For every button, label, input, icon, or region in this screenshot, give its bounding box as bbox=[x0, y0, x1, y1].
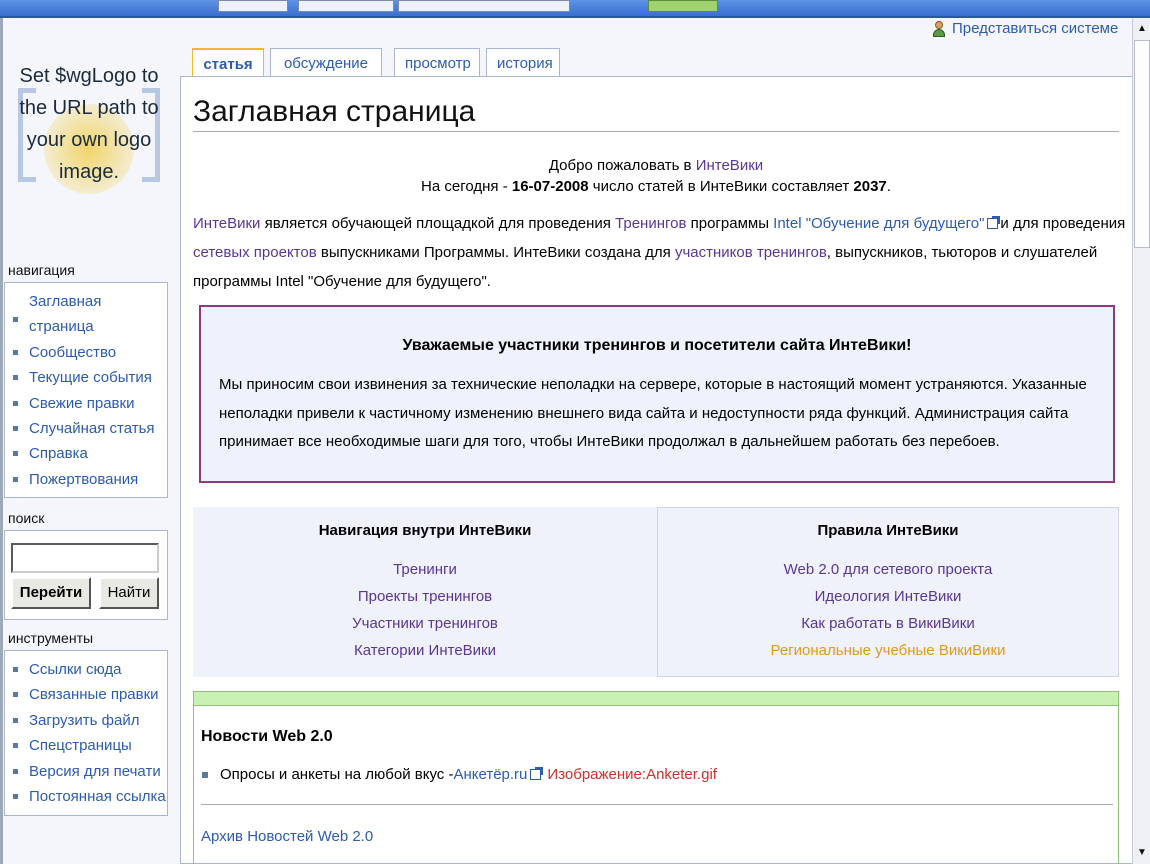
login-label[interactable]: Представиться системе bbox=[952, 20, 1118, 37]
rules-link-web20[interactable]: Web 2.0 для сетевого проекта bbox=[784, 561, 993, 578]
external-link-icon bbox=[530, 767, 544, 780]
intel-program-link[interactable]: Intel "Обучение для будущего" bbox=[773, 215, 984, 232]
intro-paragraph: ИнтеВики является обучающей площадкой дл… bbox=[193, 209, 1133, 296]
tab-article[interactable]: статья bbox=[192, 48, 264, 78]
nav-link-trainings[interactable]: Тренинги bbox=[393, 561, 457, 578]
tab-view-source[interactable]: просмотр bbox=[394, 48, 480, 78]
scroll-down-icon[interactable]: ▼ bbox=[1135, 846, 1149, 860]
go-button[interactable]: Перейти bbox=[11, 577, 91, 609]
toolbar-field[interactable] bbox=[398, 0, 570, 12]
notice-box: Уважаемые участники тренингов и посетите… bbox=[199, 305, 1115, 483]
notice-text: Мы приносим свои извинения за технически… bbox=[219, 376, 1087, 450]
search-portlet: Перейти Найти bbox=[4, 530, 168, 620]
user-icon bbox=[932, 20, 946, 37]
content-area: Заглавная страница Добро пожаловать в Ин… bbox=[180, 76, 1132, 864]
search-button[interactable]: Найти bbox=[99, 577, 159, 609]
toolbar-field[interactable] bbox=[218, 0, 288, 12]
news-item-text: Опросы и анкеты на любой вкус - bbox=[220, 766, 454, 783]
sidebar-item-help[interactable]: Справка bbox=[13, 441, 167, 466]
stats-count: 2037 bbox=[853, 178, 887, 195]
sidebar-item-main-page[interactable]: Заглавная страница bbox=[13, 289, 101, 340]
search-heading: поиск bbox=[8, 510, 45, 526]
navigation-portlet: Заглавная страница Сообщество Текущие со… bbox=[4, 282, 168, 498]
sidebar-item-community[interactable]: Сообщество bbox=[13, 340, 167, 365]
news-header-stripe bbox=[194, 692, 1118, 706]
nav-heading: навигация bbox=[8, 262, 75, 278]
welcome-block: Добро пожаловать в ИнтеВики На сегодня -… bbox=[193, 155, 1119, 197]
tool-printable-version[interactable]: Версия для печати bbox=[13, 759, 167, 784]
toolbar-field[interactable] bbox=[298, 0, 394, 12]
participants-link[interactable]: участников тренингов bbox=[675, 244, 827, 261]
bullet-icon bbox=[202, 771, 208, 778]
intro-text: является обучающей площадкой для проведе… bbox=[260, 215, 616, 232]
tool-special-pages[interactable]: Спецстраницы bbox=[13, 733, 167, 758]
sidebar-item-current-events[interactable]: Текущие события bbox=[13, 365, 167, 390]
sidebar-item-recent-changes[interactable]: Свежие правки bbox=[13, 391, 167, 416]
stats-suffix: . bbox=[886, 178, 891, 195]
tools-heading: инструменты bbox=[8, 630, 94, 646]
panel-title: Навигация внутри ИнтеВики bbox=[318, 522, 532, 539]
sidebar-item-random-article[interactable]: Случайная статья bbox=[13, 416, 167, 441]
notice-title: Уважаемые участники тренингов и посетите… bbox=[402, 337, 912, 354]
panel-title: Правила ИнтеВики bbox=[817, 522, 959, 539]
stats-date: 16-07-2008 bbox=[511, 178, 589, 195]
stats-middle: число статей в ИнтеВики составляет bbox=[588, 178, 854, 195]
news-title: Новости Web 2.0 bbox=[201, 728, 333, 745]
intewiki-link[interactable]: ИнтеВики bbox=[696, 157, 763, 174]
trainings-link[interactable]: Тренингов bbox=[615, 215, 686, 232]
toolbar-green-button[interactable] bbox=[648, 0, 718, 12]
scroll-thumb[interactable] bbox=[1134, 40, 1150, 248]
intro-text: программы bbox=[686, 215, 774, 232]
tool-permanent-link[interactable]: Постоянная ссылка bbox=[13, 784, 167, 809]
network-projects-link[interactable]: сетевых проектов bbox=[193, 244, 317, 261]
logo-placeholder-text: Set $wgLogo to the URL path to your own … bbox=[19, 65, 159, 183]
tab-discussion[interactable]: обсуждение bbox=[270, 48, 382, 78]
anketer-link[interactable]: Анкетёр.ru bbox=[453, 766, 527, 783]
search-input[interactable] bbox=[11, 543, 159, 573]
vertical-scrollbar[interactable]: ▲ ▼ bbox=[1132, 18, 1150, 864]
intewiki-link[interactable]: ИнтеВики bbox=[193, 215, 260, 232]
nav-link-training-projects[interactable]: Проекты тренингов bbox=[358, 588, 492, 605]
tool-upload-file[interactable]: Загрузить файл bbox=[13, 708, 167, 733]
sidebar-item-donations[interactable]: Пожертвования bbox=[13, 467, 167, 492]
rules-link-regional[interactable]: Региональные учебные ВикиВики bbox=[771, 642, 1006, 659]
wiki-rules-panel: Правила ИнтеВики Web 2.0 для сетевого пр… bbox=[657, 507, 1119, 677]
news-item: Опросы и анкеты на любой вкус - Анкетёр.… bbox=[202, 766, 717, 783]
page-title: Заглавная страница bbox=[193, 95, 476, 128]
login-link[interactable]: Представиться системе bbox=[932, 20, 1118, 37]
nav-link-categories[interactable]: Категории ИнтеВики bbox=[354, 642, 496, 659]
news-archive-link[interactable]: Архив Новостей Web 2.0 bbox=[201, 828, 373, 845]
news-divider bbox=[201, 804, 1113, 805]
tab-history[interactable]: история bbox=[486, 48, 560, 78]
news-box: Новости Web 2.0 Опросы и анкеты на любой… bbox=[193, 691, 1119, 864]
scroll-up-icon[interactable]: ▲ bbox=[1135, 22, 1149, 36]
browser-toolbar bbox=[0, 0, 1150, 18]
tools-portlet: Ссылки сюда Связанные правки Загрузить ф… bbox=[4, 650, 168, 816]
nav-link-participants[interactable]: Участники тренингов bbox=[352, 615, 498, 632]
site-logo[interactable]: Set $wgLogo to the URL path to your own … bbox=[14, 60, 164, 210]
tool-related-changes[interactable]: Связанные правки bbox=[13, 682, 167, 707]
welcome-text: Добро пожаловать в bbox=[548, 157, 696, 174]
rules-link-how-to[interactable]: Как работать в ВикиВики bbox=[801, 615, 974, 632]
tool-what-links-here[interactable]: Ссылки сюда bbox=[13, 657, 167, 682]
intro-text: и для проведения bbox=[1000, 215, 1126, 232]
external-link-icon bbox=[987, 216, 1001, 229]
title-divider bbox=[193, 131, 1119, 132]
intro-text: выпускниками Программы. ИнтеВики создана… bbox=[316, 244, 675, 261]
wiki-navigation-panel: Навигация внутри ИнтеВики Тренинги Проек… bbox=[193, 507, 657, 677]
rules-link-ideology[interactable]: Идеология ИнтеВики bbox=[815, 588, 962, 605]
stats-prefix: На сегодня - bbox=[421, 178, 512, 195]
missing-image-link[interactable]: Изображение:Anketer.gif bbox=[547, 766, 717, 783]
